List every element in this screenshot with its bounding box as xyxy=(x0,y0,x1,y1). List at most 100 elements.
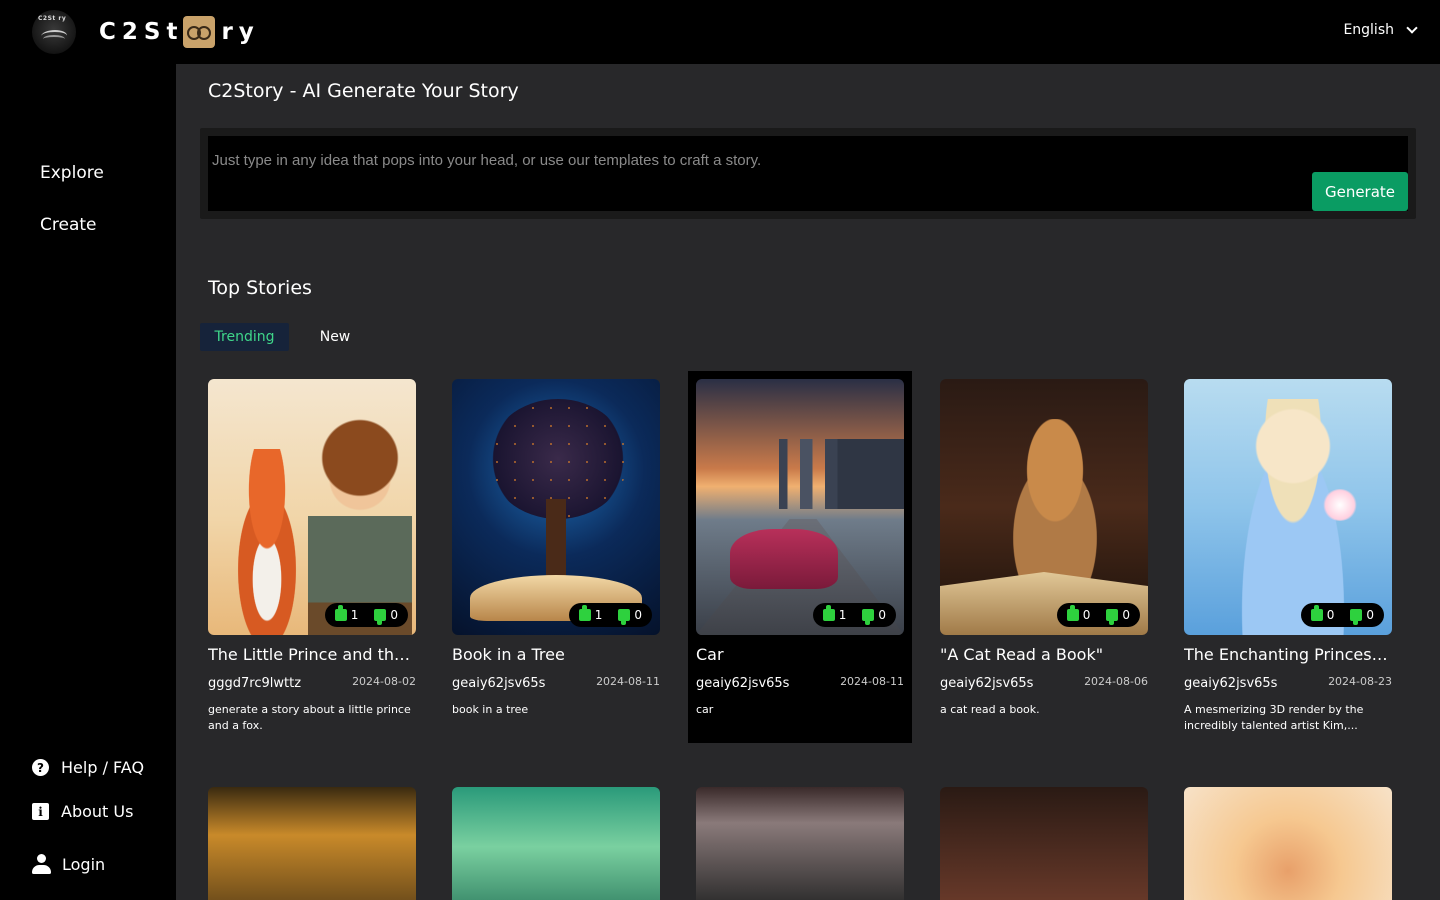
story-description: a cat read a book. xyxy=(940,703,1040,716)
dislike-count: 0 xyxy=(878,608,886,622)
story-thumbnail[interactable] xyxy=(208,787,416,900)
thumbs-up-icon xyxy=(334,605,347,621)
thumbs-down-icon xyxy=(374,609,387,625)
story-card[interactable] xyxy=(688,779,912,900)
user-icon xyxy=(32,854,51,874)
dislike-count: 0 xyxy=(1366,608,1374,622)
story-card[interactable]: 0 0 "A Cat Read a Book" geaiy62jsv65s 20… xyxy=(932,371,1156,743)
like-button[interactable]: 0 xyxy=(1066,605,1091,622)
story-thumbnail[interactable] xyxy=(696,787,904,900)
thumbs-down-icon xyxy=(862,609,875,625)
story-card[interactable] xyxy=(200,779,424,900)
story-card[interactable] xyxy=(932,779,1156,900)
like-button[interactable]: 1 xyxy=(822,605,847,622)
story-thumbnail[interactable] xyxy=(452,787,660,900)
glowing-heart-illustration xyxy=(1322,489,1358,521)
story-card[interactable]: 1 0 Book in a Tree geaiy62jsv65s 2024-08… xyxy=(444,371,668,743)
prompt-box: Generate xyxy=(208,136,1408,211)
story-author[interactable]: geaiy62jsv65s xyxy=(696,676,789,691)
story-thumbnail[interactable]: 1 0 xyxy=(208,379,416,635)
story-date: 2024-08-11 xyxy=(596,675,660,688)
vote-bar: 1 0 xyxy=(324,603,408,627)
story-date: 2024-08-02 xyxy=(352,675,416,688)
prompt-panel: Generate xyxy=(200,128,1416,219)
story-card[interactable] xyxy=(1176,779,1400,900)
story-thumbnail[interactable] xyxy=(940,787,1148,900)
like-count: 0 xyxy=(1082,608,1091,622)
story-author[interactable]: gggd7rc9lwttz xyxy=(208,676,301,691)
story-title[interactable]: The Little Prince and the Fox xyxy=(208,645,418,664)
like-count: 1 xyxy=(350,608,359,622)
story-author[interactable]: geaiy62jsv65s xyxy=(940,676,1033,691)
like-button[interactable]: 1 xyxy=(334,605,359,622)
login-label: Login xyxy=(62,854,106,874)
book-pages-icon xyxy=(43,35,65,43)
brand-logo[interactable]: C2St ry xyxy=(99,14,260,50)
thumbs-down-icon xyxy=(1350,609,1363,625)
tab-trending[interactable]: Trending xyxy=(200,323,289,351)
tab-new[interactable]: New xyxy=(305,323,365,351)
help-label: Help / FAQ xyxy=(61,758,145,777)
page-title: C2Story - AI Generate Your Story xyxy=(208,80,519,102)
section-title: Top Stories xyxy=(208,277,312,299)
story-title[interactable]: Car xyxy=(696,645,906,664)
language-select[interactable]: English xyxy=(1343,22,1418,38)
story-author[interactable]: geaiy62jsv65s xyxy=(452,676,545,691)
story-prompt-input[interactable] xyxy=(212,140,1302,180)
story-date: 2024-08-23 xyxy=(1328,675,1392,688)
like-button[interactable]: 1 xyxy=(578,605,603,622)
story-description: book in a tree xyxy=(452,703,529,716)
story-date: 2024-08-06 xyxy=(1084,675,1148,688)
story-description: A mesmerizing 3D render by the incredibl… xyxy=(1184,703,1364,732)
top-bar: C2St ry C2St ry English xyxy=(0,0,1440,64)
story-thumbnail[interactable]: 0 0 xyxy=(1184,379,1392,635)
language-label: English xyxy=(1343,22,1394,38)
story-thumbnail[interactable]: 1 0 xyxy=(696,379,904,635)
story-title[interactable]: Book in a Tree xyxy=(452,645,662,664)
story-title[interactable]: The Enchanting Princess A... xyxy=(1184,645,1394,664)
like-count: 0 xyxy=(1326,608,1335,622)
story-author[interactable]: geaiy62jsv65s xyxy=(1184,676,1277,691)
generate-button[interactable]: Generate xyxy=(1312,172,1408,211)
help-circle-icon: ? xyxy=(32,759,49,776)
sidebar-item-explore[interactable]: Explore xyxy=(40,163,104,183)
thumbs-up-icon xyxy=(822,605,835,621)
sidebar-item-help[interactable]: ? Help / FAQ xyxy=(32,758,144,777)
story-thumbnail[interactable]: 0 0 xyxy=(940,379,1148,635)
info-icon: i xyxy=(32,803,49,820)
city-skyline-illustration xyxy=(696,439,904,509)
owl-icon xyxy=(183,16,216,48)
like-count: 1 xyxy=(838,608,847,622)
dislike-count: 0 xyxy=(1122,608,1130,622)
sidebar-item-login[interactable]: Login xyxy=(32,854,105,874)
story-thumbnail[interactable]: 1 0 xyxy=(452,379,660,635)
story-title[interactable]: "A Cat Read a Book" xyxy=(940,645,1150,664)
dislike-button[interactable]: 0 xyxy=(618,608,642,625)
vote-bar: 1 0 xyxy=(812,603,896,627)
sidebar-item-about[interactable]: i About Us xyxy=(32,802,133,821)
vote-bar: 0 0 xyxy=(1300,603,1384,627)
brand-text-left: C2St xyxy=(99,19,184,45)
logo-badge[interactable]: C2St ry xyxy=(32,10,76,54)
story-card[interactable]: 1 0 The Little Prince and the Fox gggd7r… xyxy=(200,371,424,743)
dislike-button[interactable]: 0 xyxy=(1106,608,1130,625)
thumbs-up-icon xyxy=(1066,605,1079,621)
like-count: 1 xyxy=(594,608,603,622)
story-description: car xyxy=(696,703,714,716)
story-card[interactable] xyxy=(444,779,668,900)
dislike-button[interactable]: 0 xyxy=(374,608,398,625)
dislike-button[interactable]: 0 xyxy=(862,608,886,625)
sidebar-item-create[interactable]: Create xyxy=(40,215,97,235)
car-illustration xyxy=(730,529,838,589)
dislike-button[interactable]: 0 xyxy=(1350,608,1374,625)
brand-text-right: ry xyxy=(221,19,260,45)
story-thumbnail[interactable] xyxy=(1184,787,1392,900)
like-button[interactable]: 0 xyxy=(1310,605,1335,622)
story-card[interactable]: 0 0 The Enchanting Princess A... geaiy62… xyxy=(1176,371,1400,743)
about-label: About Us xyxy=(61,802,134,821)
thumbs-up-icon xyxy=(578,605,591,621)
thumbs-up-icon xyxy=(1310,605,1323,621)
story-date: 2024-08-11 xyxy=(840,675,904,688)
story-card-selected[interactable]: 1 0 Car geaiy62jsv65s 2024-08-11 car xyxy=(688,371,912,743)
vote-bar: 1 0 xyxy=(568,603,652,627)
